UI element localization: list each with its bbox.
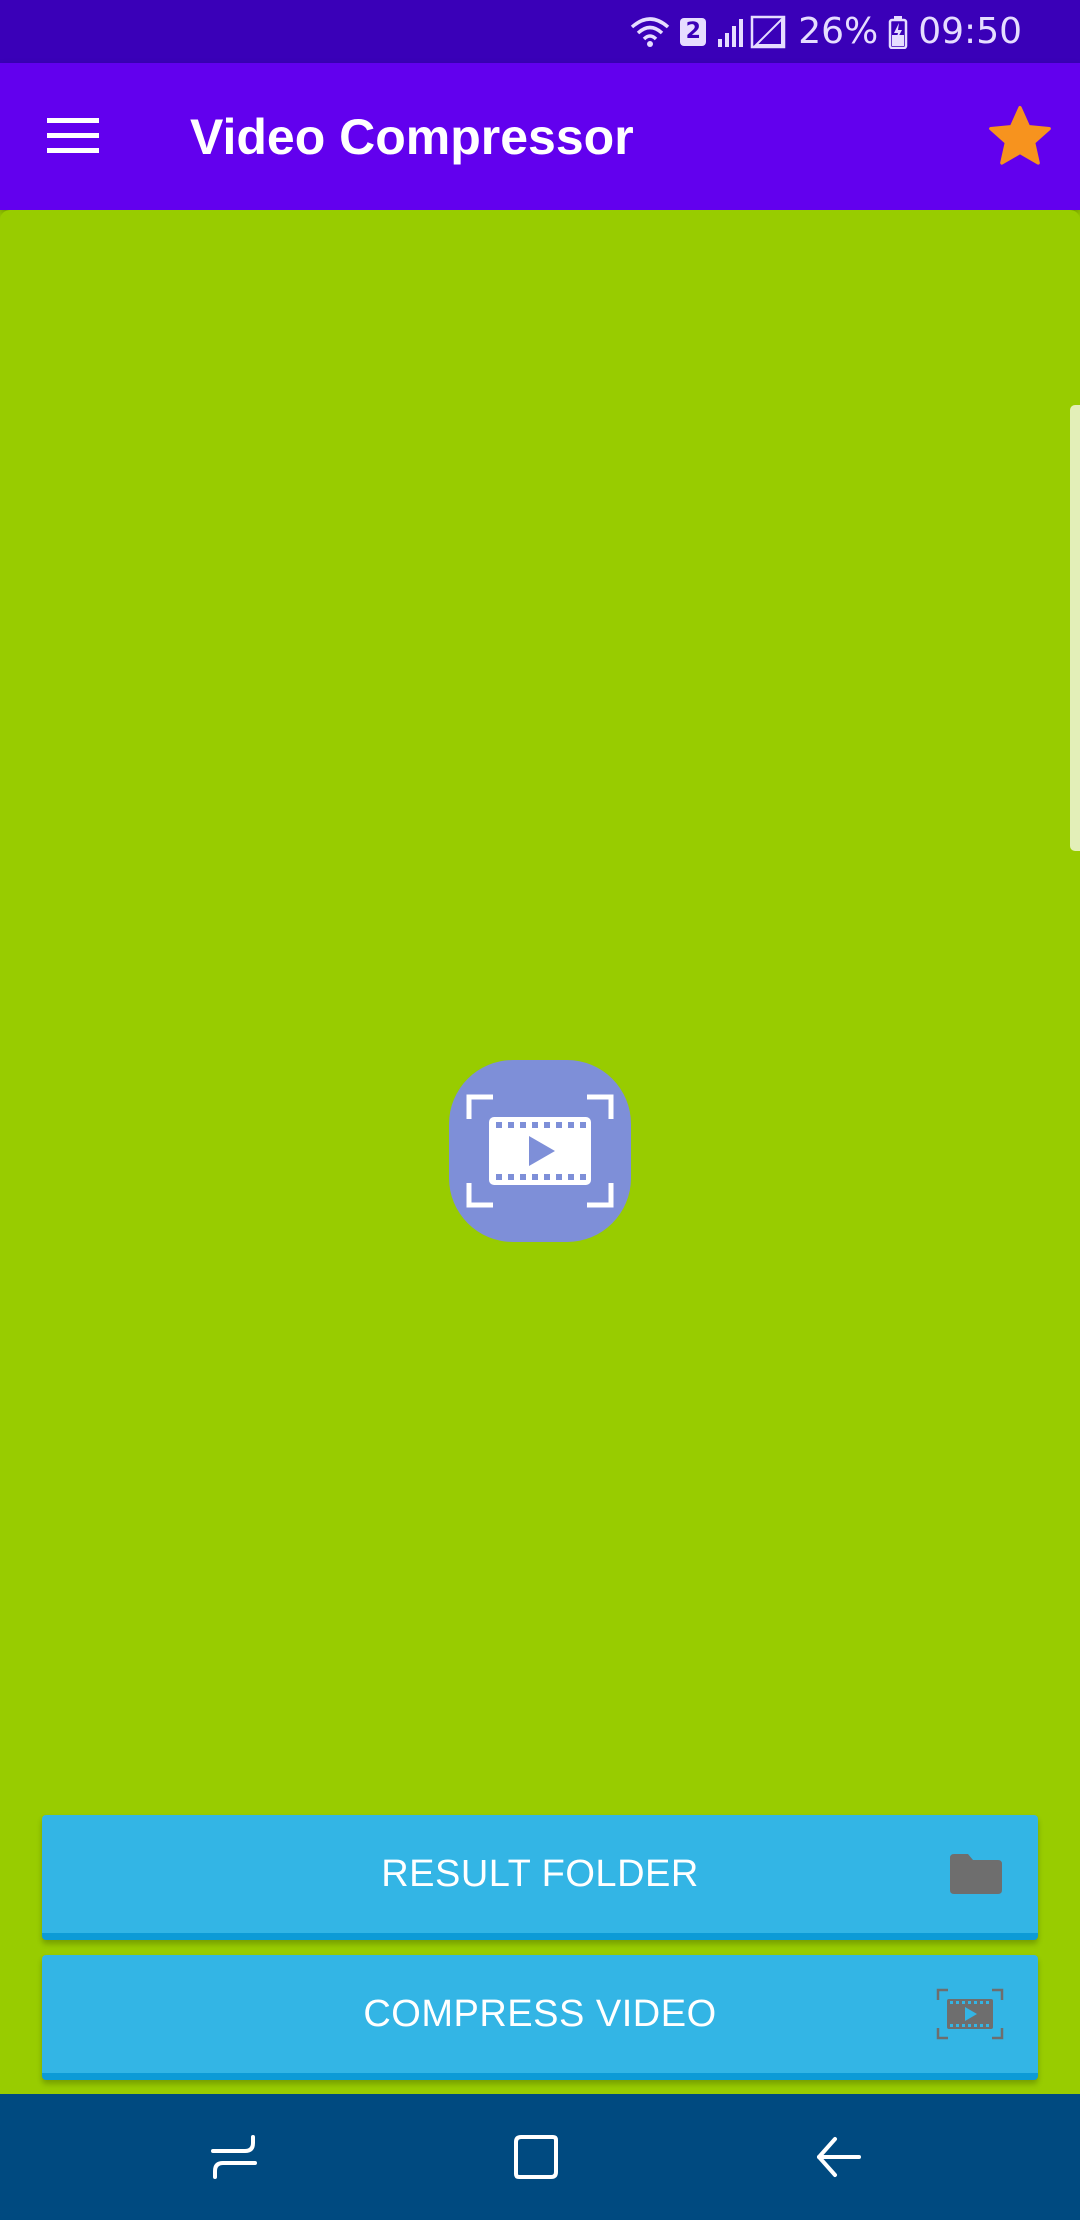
clock: 09:50 [918,11,1022,52]
video-frame-small-icon [936,1955,1004,2073]
signal-icon [716,15,788,49]
home-icon [514,2135,558,2179]
folder-icon [948,1815,1004,1933]
recents-button[interactable] [194,2117,274,2197]
battery-percent: 26% [798,11,879,52]
app-bar: Video Compressor [0,63,1080,210]
menu-button[interactable] [30,103,116,169]
hamburger-menu-icon [47,118,99,153]
status-bar: 2 26% 09:50 [0,0,1080,63]
compress-video-button[interactable]: COMPRESS VIDEO [42,1955,1038,2080]
home-button[interactable] [496,2117,576,2197]
compress-video-label: COMPRESS VIDEO [363,1992,717,2035]
sim-badge: 2 [680,17,707,46]
video-frame-tile[interactable] [449,1060,631,1242]
video-frame-icon [466,1094,614,1208]
back-icon [817,2137,861,2177]
back-button[interactable] [798,2117,878,2197]
wifi-icon [630,15,670,49]
scrollbar-thumb[interactable] [1070,405,1080,851]
navigation-bar [0,2094,1080,2220]
rate-star-button[interactable] [982,98,1058,174]
result-folder-label: RESULT FOLDER [381,1852,699,1895]
result-folder-button[interactable]: RESULT FOLDER [42,1815,1038,1940]
battery-charging-icon [888,15,908,49]
star-icon [989,105,1051,165]
recents-icon [211,2135,257,2179]
app-title: Video Compressor [190,108,634,165]
status-icons: 2 26% 09:50 [630,0,1022,63]
